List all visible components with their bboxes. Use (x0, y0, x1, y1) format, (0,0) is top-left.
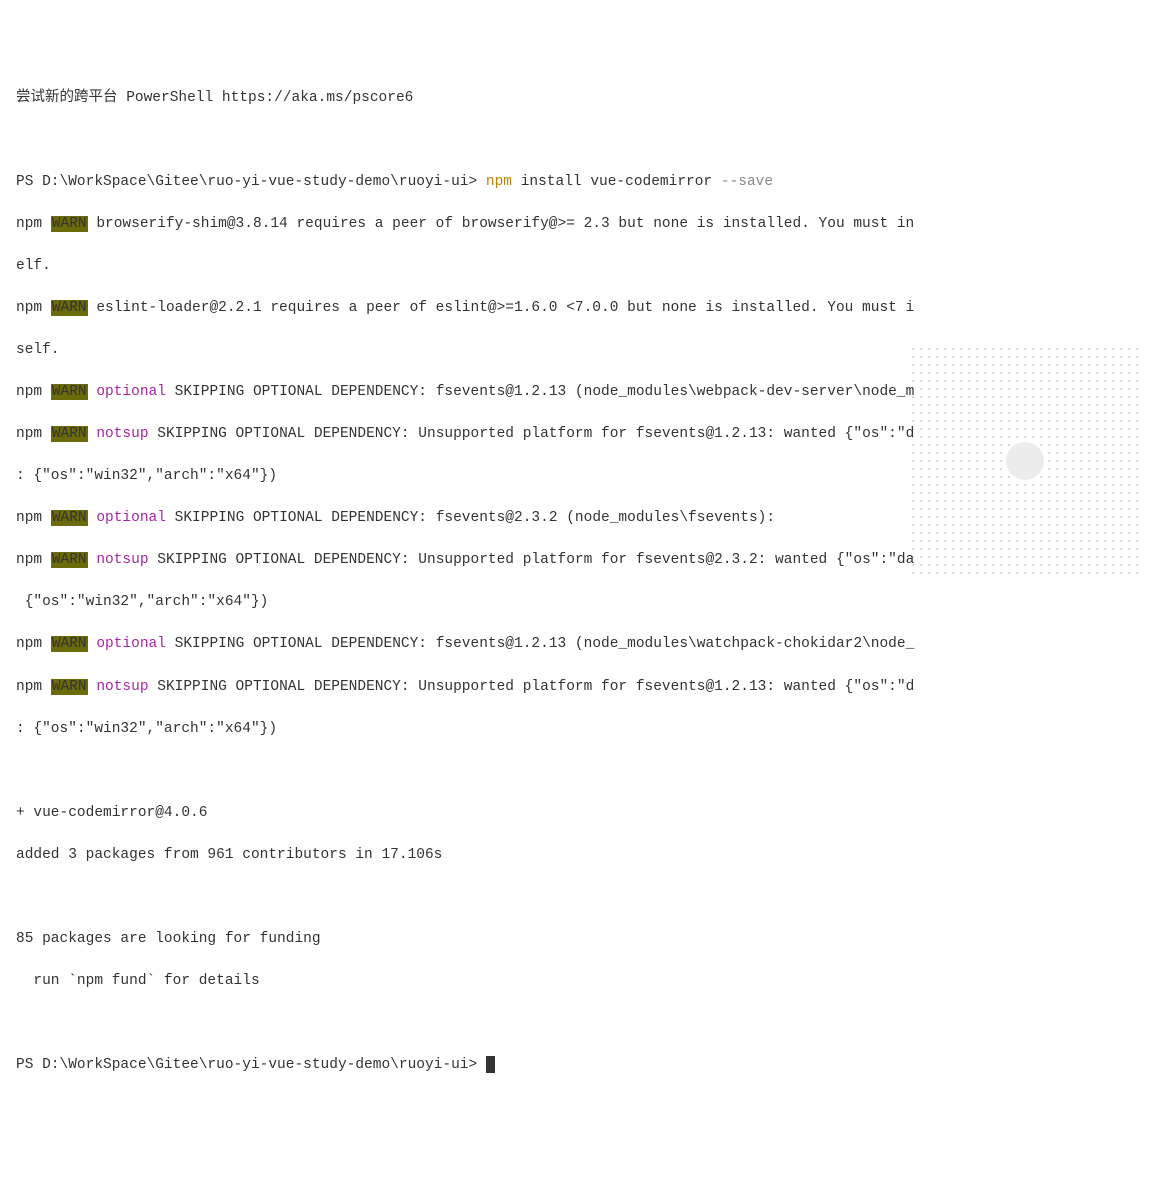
warn-tag: WARN (51, 636, 88, 652)
warn-line: npm WARN notsup SKIPPING OPTIONAL DEPEND… (16, 677, 1143, 698)
command-flag: --save (721, 174, 773, 190)
notsup-tag: notsup (88, 679, 149, 695)
cursor-icon (486, 1056, 495, 1073)
warn-tag: WARN (51, 552, 88, 568)
optional-tag: optional (88, 384, 166, 400)
warn-tag: WARN (51, 426, 88, 442)
command-npm: npm (486, 174, 512, 190)
warn-line: npm WARN notsup SKIPPING OPTIONAL DEPEND… (16, 424, 1143, 445)
prompt-line[interactable]: PS D:\WorkSpace\Gitee\ruo-yi-vue-study-d… (16, 1055, 1143, 1076)
prompt: PS D:\WorkSpace\Gitee\ruo-yi-vue-study-d… (16, 174, 486, 190)
warn-tag: WARN (51, 679, 88, 695)
blank-line (16, 887, 1143, 908)
warn-continuation: : {"os":"win32","arch":"x64"}) (16, 719, 1143, 740)
warn-tag: WARN (51, 300, 88, 316)
funding-info: 85 packages are looking for funding (16, 929, 1143, 950)
warn-tag: WARN (51, 216, 88, 232)
qr-watermark-icon (909, 345, 1139, 575)
warn-tag: WARN (51, 384, 88, 400)
terminal-header: 尝试新的跨平台 PowerShell https://aka.ms/pscore… (16, 88, 1143, 109)
added-packages: added 3 packages from 961 contributors i… (16, 845, 1143, 866)
warn-line: npm WARN optional SKIPPING OPTIONAL DEPE… (16, 382, 1143, 403)
optional-tag: optional (88, 636, 166, 652)
blank-line (16, 1013, 1143, 1034)
blank-line (16, 130, 1143, 151)
warn-line: npm WARN eslint-loader@2.2.1 requires a … (16, 298, 1143, 319)
notsup-tag: notsup (88, 426, 149, 442)
prompt: PS D:\WorkSpace\Gitee\ruo-yi-vue-study-d… (16, 1057, 486, 1073)
warn-line: npm WARN optional SKIPPING OPTIONAL DEPE… (16, 634, 1143, 655)
warn-line: npm WARN notsup SKIPPING OPTIONAL DEPEND… (16, 550, 1143, 571)
optional-tag: optional (88, 510, 166, 526)
command-args: install vue-codemirror (512, 174, 721, 190)
warn-line: npm WARN browserify-shim@3.8.14 requires… (16, 214, 1143, 235)
warn-line: npm WARN optional SKIPPING OPTIONAL DEPE… (16, 508, 1143, 529)
warn-continuation: : {"os":"win32","arch":"x64"}) (16, 466, 1143, 487)
command-line[interactable]: PS D:\WorkSpace\Gitee\ruo-yi-vue-study-d… (16, 172, 1143, 193)
warn-continuation: {"os":"win32","arch":"x64"}) (16, 592, 1143, 613)
blank-line (16, 761, 1143, 782)
warn-continuation: elf. (16, 256, 1143, 277)
warn-tag: WARN (51, 510, 88, 526)
funding-details: run `npm fund` for details (16, 971, 1143, 992)
warn-continuation: self. (16, 340, 1143, 361)
notsup-tag: notsup (88, 552, 149, 568)
install-result: + vue-codemirror@4.0.6 (16, 803, 1143, 824)
